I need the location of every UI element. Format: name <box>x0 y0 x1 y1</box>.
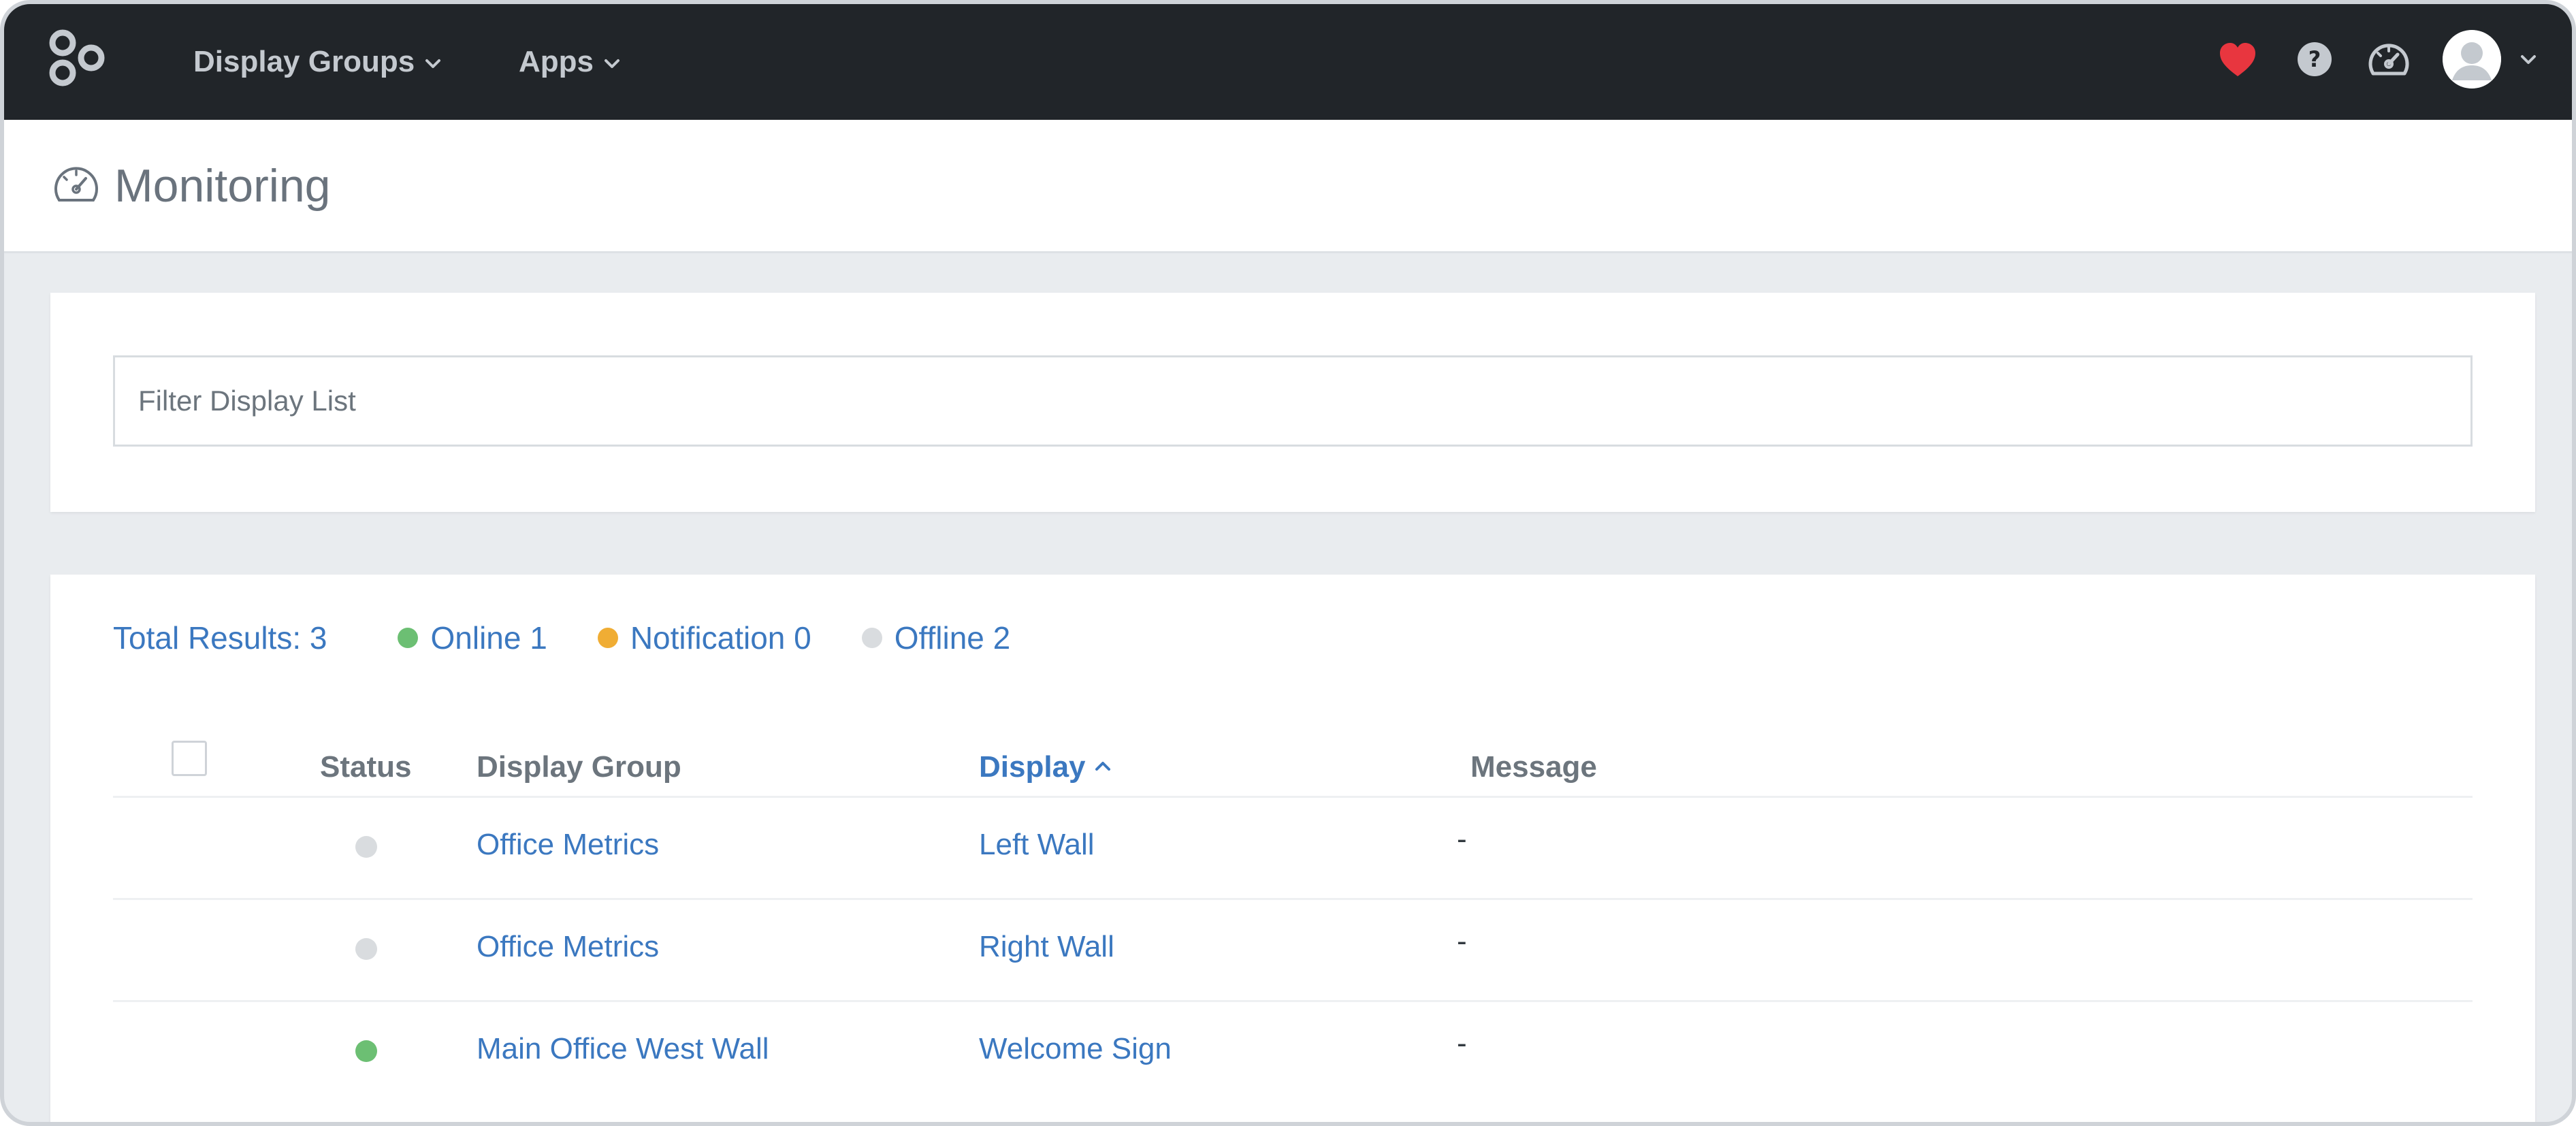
offline-count-label: Offline 2 <box>894 620 1011 656</box>
total-results-filter[interactable]: Total Results: 3 <box>113 620 327 656</box>
column-header-display-group[interactable]: Display Group <box>477 750 681 784</box>
message-cell: - <box>1457 924 1467 958</box>
table-row: Office Metrics Left Wall - <box>113 798 2473 900</box>
avatar[interactable] <box>2443 30 2501 89</box>
notification-status-dot <box>597 628 618 648</box>
page-title: Monitoring <box>114 160 331 212</box>
online-status-dot <box>398 628 419 648</box>
filter-display-input[interactable] <box>113 355 2473 447</box>
gauge-icon[interactable] <box>2366 39 2411 80</box>
nav-display-groups-menu[interactable]: Display Groups <box>193 4 442 120</box>
message-cell: - <box>1457 1027 1467 1060</box>
results-card: Total Results: 3 Online 1 Notification 0… <box>50 575 2535 1122</box>
display-link[interactable]: Left Wall <box>979 828 1095 862</box>
nav-apps-menu[interactable]: Apps <box>519 4 621 120</box>
online-filter[interactable]: Online 1 <box>398 620 547 656</box>
chevron-down-icon[interactable] <box>2519 50 2538 69</box>
avatar-icon <box>2443 30 2501 89</box>
top-navbar: Display Groups Apps ? <box>4 4 2572 120</box>
total-results-label: Total Results: 3 <box>113 620 327 656</box>
select-all-checkbox[interactable] <box>172 741 207 776</box>
display-group-link[interactable]: Office Metrics <box>477 828 659 862</box>
column-header-message-label: Message <box>1470 750 1597 784</box>
table-row: Office Metrics Right Wall - <box>113 900 2473 1002</box>
offline-status-dot <box>355 938 377 960</box>
display-group-link[interactable]: Office Metrics <box>477 930 659 964</box>
gauge-icon <box>54 167 98 202</box>
nav-apps-label: Apps <box>519 45 594 78</box>
column-header-status[interactable]: Status <box>320 750 411 784</box>
column-header-display-label: Display <box>979 750 1086 784</box>
filter-card <box>50 293 2535 512</box>
app-logo-icon[interactable] <box>46 28 108 89</box>
column-header-display[interactable]: Display <box>979 750 1112 784</box>
column-header-display-group-label: Display Group <box>477 750 681 784</box>
nav-display-groups-label: Display Groups <box>193 45 415 78</box>
svg-text:?: ? <box>2308 46 2321 72</box>
message-cell: - <box>1457 822 1467 856</box>
offline-status-dot <box>355 836 377 858</box>
display-link[interactable]: Welcome Sign <box>979 1032 1172 1066</box>
heart-icon[interactable] <box>2218 41 2257 80</box>
results-summary: Total Results: 3 Online 1 Notification 0… <box>113 620 1010 656</box>
display-link[interactable]: Right Wall <box>979 930 1114 964</box>
notification-filter[interactable]: Notification 0 <box>597 620 811 656</box>
online-count-label: Online 1 <box>430 620 547 656</box>
online-status-dot <box>355 1040 377 1062</box>
offline-filter[interactable]: Offline 2 <box>861 620 1011 656</box>
offline-status-dot <box>861 628 882 648</box>
display-group-link[interactable]: Main Office West Wall <box>477 1032 769 1066</box>
app-window: Display Groups Apps ? Monitoring Filter … <box>0 0 2576 1126</box>
table-row: Main Office West Wall Welcome Sign - <box>113 1002 2473 1104</box>
column-header-status-label: Status <box>320 750 412 784</box>
chevron-down-icon <box>605 59 619 68</box>
column-header-message[interactable]: Message <box>1470 750 1597 784</box>
table-header: Status Display Group Display Message <box>113 730 2473 798</box>
page-header: Monitoring <box>4 120 2572 253</box>
notification-count-label: Notification 0 <box>630 620 811 656</box>
chevron-down-icon <box>425 59 441 68</box>
chevron-up-icon <box>1095 762 1110 771</box>
help-icon[interactable]: ? <box>2295 39 2334 79</box>
